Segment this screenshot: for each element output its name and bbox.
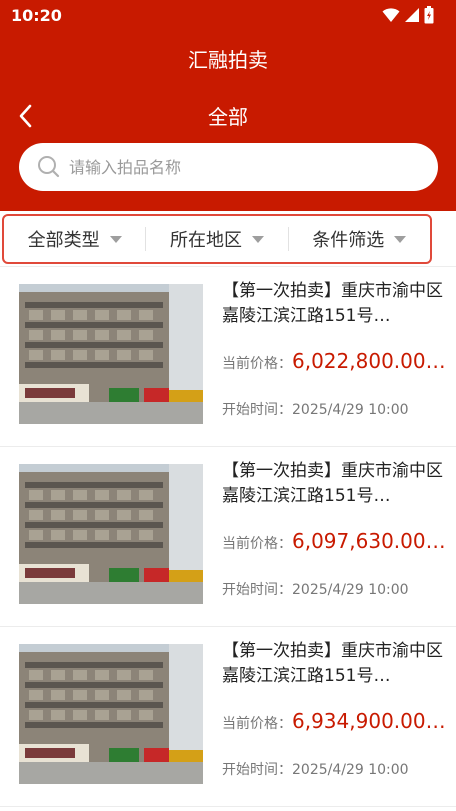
auction-list: 【第一次拍卖】重庆市渝中区嘉陵江滨江路151号… 当前价格：6,022,800.… [0, 267, 456, 807]
start-time-value: 2025/4/29 10:00 [292, 402, 409, 418]
auction-item-photo [19, 644, 203, 784]
price-label: 当前价格： [222, 716, 292, 732]
auction-item[interactable]: 【第一次拍卖】重庆市渝中区嘉陵江滨江路151号… 当前价格：6,022,800.… [0, 267, 456, 447]
app-header: 10:20 汇融拍卖 全部 [0, 0, 456, 211]
auction-item-start-time-row: 开始时间：2025/4/29 10:00 [222, 579, 409, 599]
price-label: 当前价格： [222, 536, 292, 552]
auction-item[interactable]: 【第一次拍卖】重庆市渝中区嘉陵江滨江路151号… 当前价格：6,934,900.… [0, 627, 456, 807]
auction-item-price-row: 当前价格：6,934,900.00… [222, 709, 452, 733]
auction-item-title: 【第一次拍卖】重庆市渝中区嘉陵江滨江路151号… [222, 461, 443, 506]
filter-region-label: 所在地区 [169, 230, 242, 251]
caret-down-icon [251, 235, 264, 243]
status-time: 10:20 [11, 6, 62, 25]
filter-type-label: 全部类型 [27, 230, 100, 251]
filter-region-dropdown[interactable]: 所在地区 [146, 216, 287, 262]
battery-icon [424, 6, 434, 24]
filter-conditions-dropdown[interactable]: 条件筛选 [289, 216, 430, 262]
auction-item-price-row: 当前价格：6,022,800.00… [222, 349, 452, 373]
auction-item-title: 【第一次拍卖】重庆市渝中区嘉陵江滨江路151号… [222, 281, 443, 326]
price-value: 6,097,630.00… [292, 529, 446, 553]
auction-item-price-row: 当前价格：6,097,630.00… [222, 529, 452, 553]
auction-item-title: 【第一次拍卖】重庆市渝中区嘉陵江滨江路151号… [222, 641, 443, 686]
price-label: 当前价格： [222, 356, 292, 372]
search-bar[interactable] [19, 143, 438, 191]
start-time-value: 2025/4/29 10:00 [292, 582, 409, 598]
status-bar: 10:20 [0, 0, 456, 32]
auction-item-photo [19, 284, 203, 424]
auction-item-start-time-row: 开始时间：2025/4/29 10:00 [222, 399, 409, 419]
search-icon [37, 155, 61, 179]
filter-bar: 全部类型 所在地区 条件筛选 [2, 214, 432, 264]
page-title: 全部 [208, 105, 248, 129]
app-title: 汇融拍卖 [188, 48, 268, 72]
signal-icon [405, 8, 419, 22]
filter-type-dropdown[interactable]: 全部类型 [4, 216, 145, 262]
search-input[interactable] [69, 157, 409, 177]
start-time-label: 开始时间： [222, 402, 292, 418]
start-time-label: 开始时间： [222, 762, 292, 778]
auction-item-start-time-row: 开始时间：2025/4/29 10:00 [222, 759, 409, 779]
price-value: 6,934,900.00… [292, 709, 446, 733]
caret-down-icon [394, 235, 407, 243]
filter-conditions-label: 条件筛选 [312, 230, 385, 251]
start-time-value: 2025/4/29 10:00 [292, 762, 409, 778]
status-icons [382, 6, 434, 24]
price-value: 6,022,800.00… [292, 349, 446, 373]
caret-down-icon [109, 235, 122, 243]
auction-item-photo [19, 464, 203, 604]
auction-item[interactable]: 【第一次拍卖】重庆市渝中区嘉陵江滨江路151号… 当前价格：6,097,630.… [0, 447, 456, 627]
start-time-label: 开始时间： [222, 582, 292, 598]
wifi-icon [382, 8, 400, 22]
